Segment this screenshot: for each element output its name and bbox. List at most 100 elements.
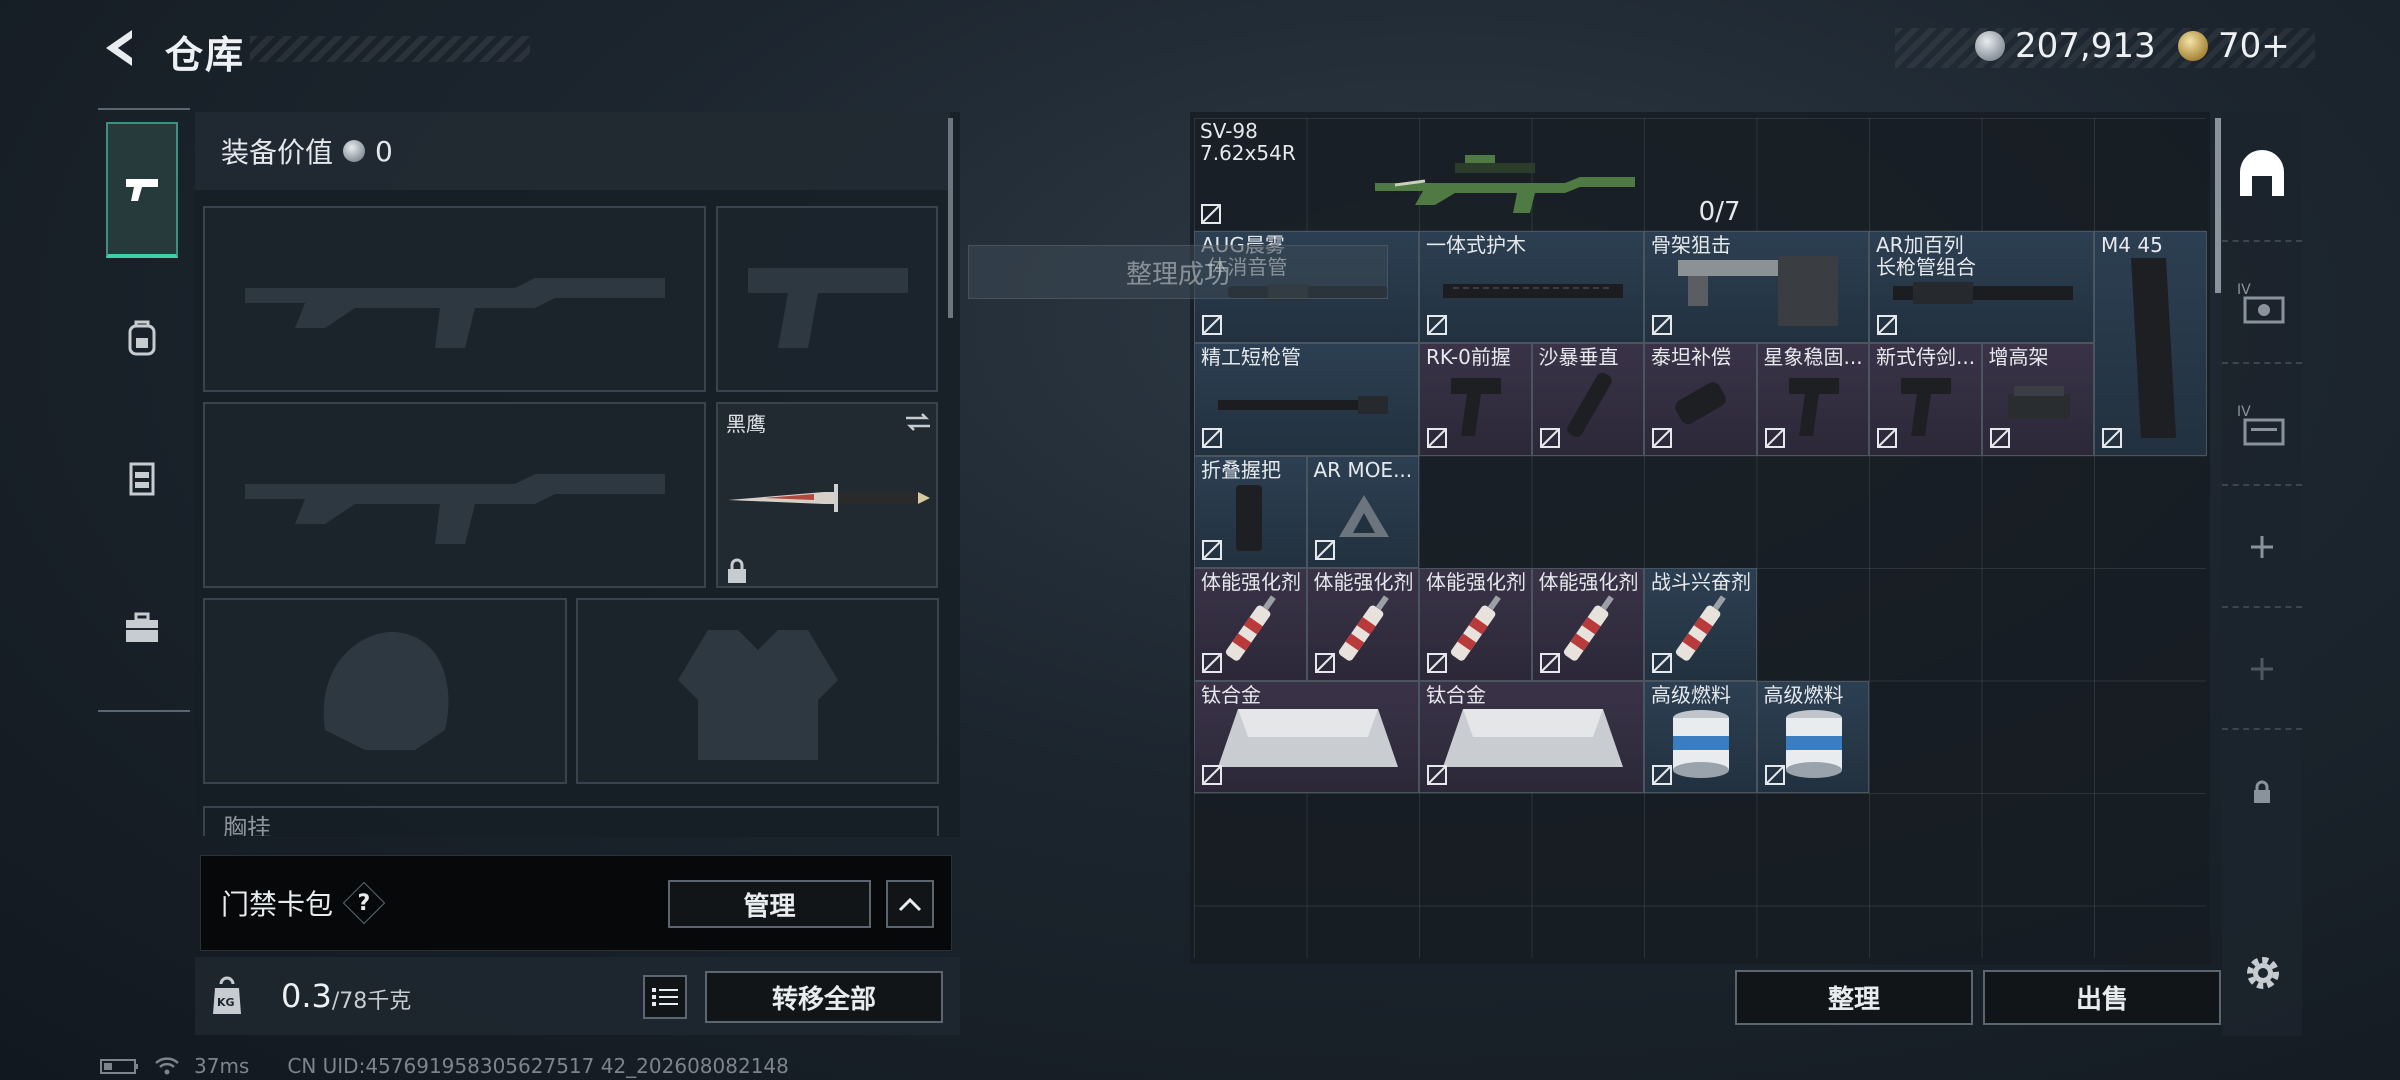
item-image bbox=[1365, 133, 1645, 227]
item-name: 星象稳固... bbox=[1763, 345, 1863, 369]
weight-bar: KG 0.3 /78千克 转移全部 bbox=[195, 957, 960, 1035]
stash-item[interactable]: 骨架狙击 bbox=[1644, 230, 1869, 343]
no-sale-icon bbox=[1651, 427, 1673, 449]
stash-home-icon bbox=[2240, 150, 2284, 196]
stash-item[interactable]: 增高架 bbox=[1981, 343, 2094, 456]
stash-item[interactable]: 体能强化剂 bbox=[1419, 568, 1532, 681]
tab-backpack[interactable] bbox=[106, 270, 178, 406]
item-name: AR MOE... bbox=[1313, 457, 1413, 482]
stash-item[interactable]: SV-98 7.62x54R 0/7 bbox=[1194, 118, 1757, 231]
stash-item[interactable]: 折叠握把 bbox=[1194, 455, 1307, 568]
help-icon[interactable]: ? bbox=[342, 881, 386, 925]
equipment-scrollbar[interactable] bbox=[948, 118, 953, 318]
stash-item[interactable]: 精工短枪管 bbox=[1194, 343, 1419, 456]
briefcase-icon bbox=[126, 612, 158, 642]
coin-icon bbox=[343, 140, 366, 162]
ticket-balance[interactable]: 70+ bbox=[2178, 26, 2290, 66]
stash-item[interactable]: AR MOE... bbox=[1306, 455, 1419, 568]
expand-button[interactable] bbox=[886, 880, 934, 928]
item-name: 泰坦补偿 bbox=[1651, 345, 1731, 369]
item-name: 精工短枪管 bbox=[1201, 345, 1301, 369]
title-stripes bbox=[250, 36, 530, 62]
item-name: M4 45 bbox=[2101, 232, 2163, 257]
stash-item[interactable]: 新式侍剑... bbox=[1869, 343, 1982, 456]
stash-item[interactable]: M4 45 bbox=[2094, 230, 2207, 456]
no-sale-icon bbox=[1876, 314, 1898, 336]
secondary-weapon-slot[interactable] bbox=[203, 402, 706, 588]
stash-item[interactable]: 泰坦补偿 bbox=[1644, 343, 1757, 456]
stash-item[interactable]: 星象稳固... bbox=[1756, 343, 1869, 456]
ticket-icon bbox=[2178, 31, 2208, 61]
no-sale-icon bbox=[1314, 539, 1336, 561]
stash-item[interactable]: 钛合金 bbox=[1419, 680, 1644, 793]
status-bar: 37ms CN UID:457691958305627517 42_202608… bbox=[100, 1054, 789, 1078]
vest-icon bbox=[129, 462, 155, 496]
no-sale-icon bbox=[1201, 539, 1223, 561]
add-stash-button[interactable] bbox=[2222, 488, 2302, 608]
item-image bbox=[1658, 242, 1858, 342]
plus-icon bbox=[2251, 658, 2273, 680]
swap-icon[interactable] bbox=[904, 412, 932, 432]
ammo-count: 0/7 bbox=[1698, 196, 1741, 227]
sort-button[interactable]: 整理 bbox=[1735, 970, 1973, 1025]
lock-icon bbox=[2254, 780, 2270, 803]
item-name: 钛合金 bbox=[1201, 682, 1261, 707]
stash-item[interactable]: 高级燃料 bbox=[1756, 680, 1869, 793]
stash-scrollbar[interactable] bbox=[2215, 118, 2221, 293]
item-name: 钛合金 bbox=[1426, 682, 1486, 707]
stash-item[interactable]: 钛合金 bbox=[1194, 680, 1419, 793]
sort-success-toast: 整理成功 bbox=[968, 245, 1388, 299]
back-arrow-icon[interactable] bbox=[96, 24, 144, 72]
no-sale-icon bbox=[2101, 427, 2123, 449]
sidearm-slot[interactable] bbox=[716, 206, 938, 392]
item-name: SV-98 7.62x54R bbox=[1200, 119, 1296, 165]
item-image bbox=[1433, 272, 1633, 316]
stash-item[interactable]: 体能强化剂 bbox=[1306, 568, 1419, 681]
stash-tab-main[interactable] bbox=[2222, 112, 2302, 242]
stash-item[interactable]: 高级燃料 bbox=[1644, 680, 1757, 793]
category-tabs bbox=[98, 108, 190, 712]
tab-case[interactable] bbox=[106, 560, 178, 696]
settings-button[interactable] bbox=[2240, 950, 2286, 1000]
tab-vest[interactable] bbox=[106, 410, 178, 546]
gear-icon bbox=[2247, 957, 2279, 989]
manage-button[interactable]: 管理 bbox=[668, 880, 871, 928]
transfer-all-button[interactable]: 转移全部 bbox=[705, 971, 943, 1023]
item-image bbox=[2106, 248, 2196, 452]
sell-button[interactable]: 出售 bbox=[1983, 970, 2221, 1025]
stash-item[interactable]: 体能强化剂 bbox=[1531, 568, 1644, 681]
weight-current: 0.3 bbox=[281, 977, 332, 1015]
pistol-silhouette-icon bbox=[748, 268, 908, 348]
item-name: 增高架 bbox=[1988, 345, 2049, 369]
stash-item[interactable]: 战斗兴奋剂 bbox=[1644, 568, 1757, 681]
stash-tab-iv-a[interactable]: IV bbox=[2222, 244, 2302, 364]
armor-slot[interactable] bbox=[576, 598, 939, 784]
coin-icon bbox=[1975, 31, 2005, 61]
primary-weapon-slot[interactable] bbox=[203, 206, 706, 392]
armor-silhouette-icon bbox=[678, 630, 838, 760]
stash-item[interactable]: 沙暴垂直 bbox=[1531, 343, 1644, 456]
no-sale-icon bbox=[1201, 427, 1223, 449]
melee-name: 黑鹰 bbox=[726, 412, 766, 436]
list-icon bbox=[652, 988, 678, 1006]
item-name: 体能强化剂 bbox=[1426, 570, 1526, 594]
chest-rig-slot[interactable]: 胸挂 bbox=[203, 806, 939, 836]
stash-tab-iv-b[interactable]: IV bbox=[2222, 366, 2302, 486]
item-image bbox=[1208, 697, 1408, 791]
helmet-slot[interactable] bbox=[203, 598, 567, 784]
keycard-bar: 门禁卡包 ? 管理 bbox=[200, 855, 952, 951]
no-sale-icon bbox=[1651, 764, 1673, 786]
tab-weapons[interactable] bbox=[106, 122, 178, 258]
rifle-silhouette-icon bbox=[245, 474, 665, 544]
item-name: 新式侍剑... bbox=[1876, 345, 1976, 369]
ping-text: 37ms bbox=[194, 1054, 250, 1078]
no-sale-icon bbox=[1876, 427, 1898, 449]
stash-item[interactable]: 一体式护木 bbox=[1419, 230, 1644, 343]
stash-tabs: IV IV bbox=[2222, 112, 2302, 1036]
melee-slot[interactable]: 黑鹰 bbox=[716, 402, 938, 588]
stash-item[interactable]: 体能强化剂 bbox=[1194, 568, 1307, 681]
stash-container-icon: IV bbox=[2237, 282, 2285, 324]
stash-item[interactable]: RK-0前握 bbox=[1419, 343, 1532, 456]
list-view-button[interactable] bbox=[643, 975, 687, 1019]
stash-item[interactable]: AR加百列 长枪管组合 bbox=[1869, 230, 2094, 343]
